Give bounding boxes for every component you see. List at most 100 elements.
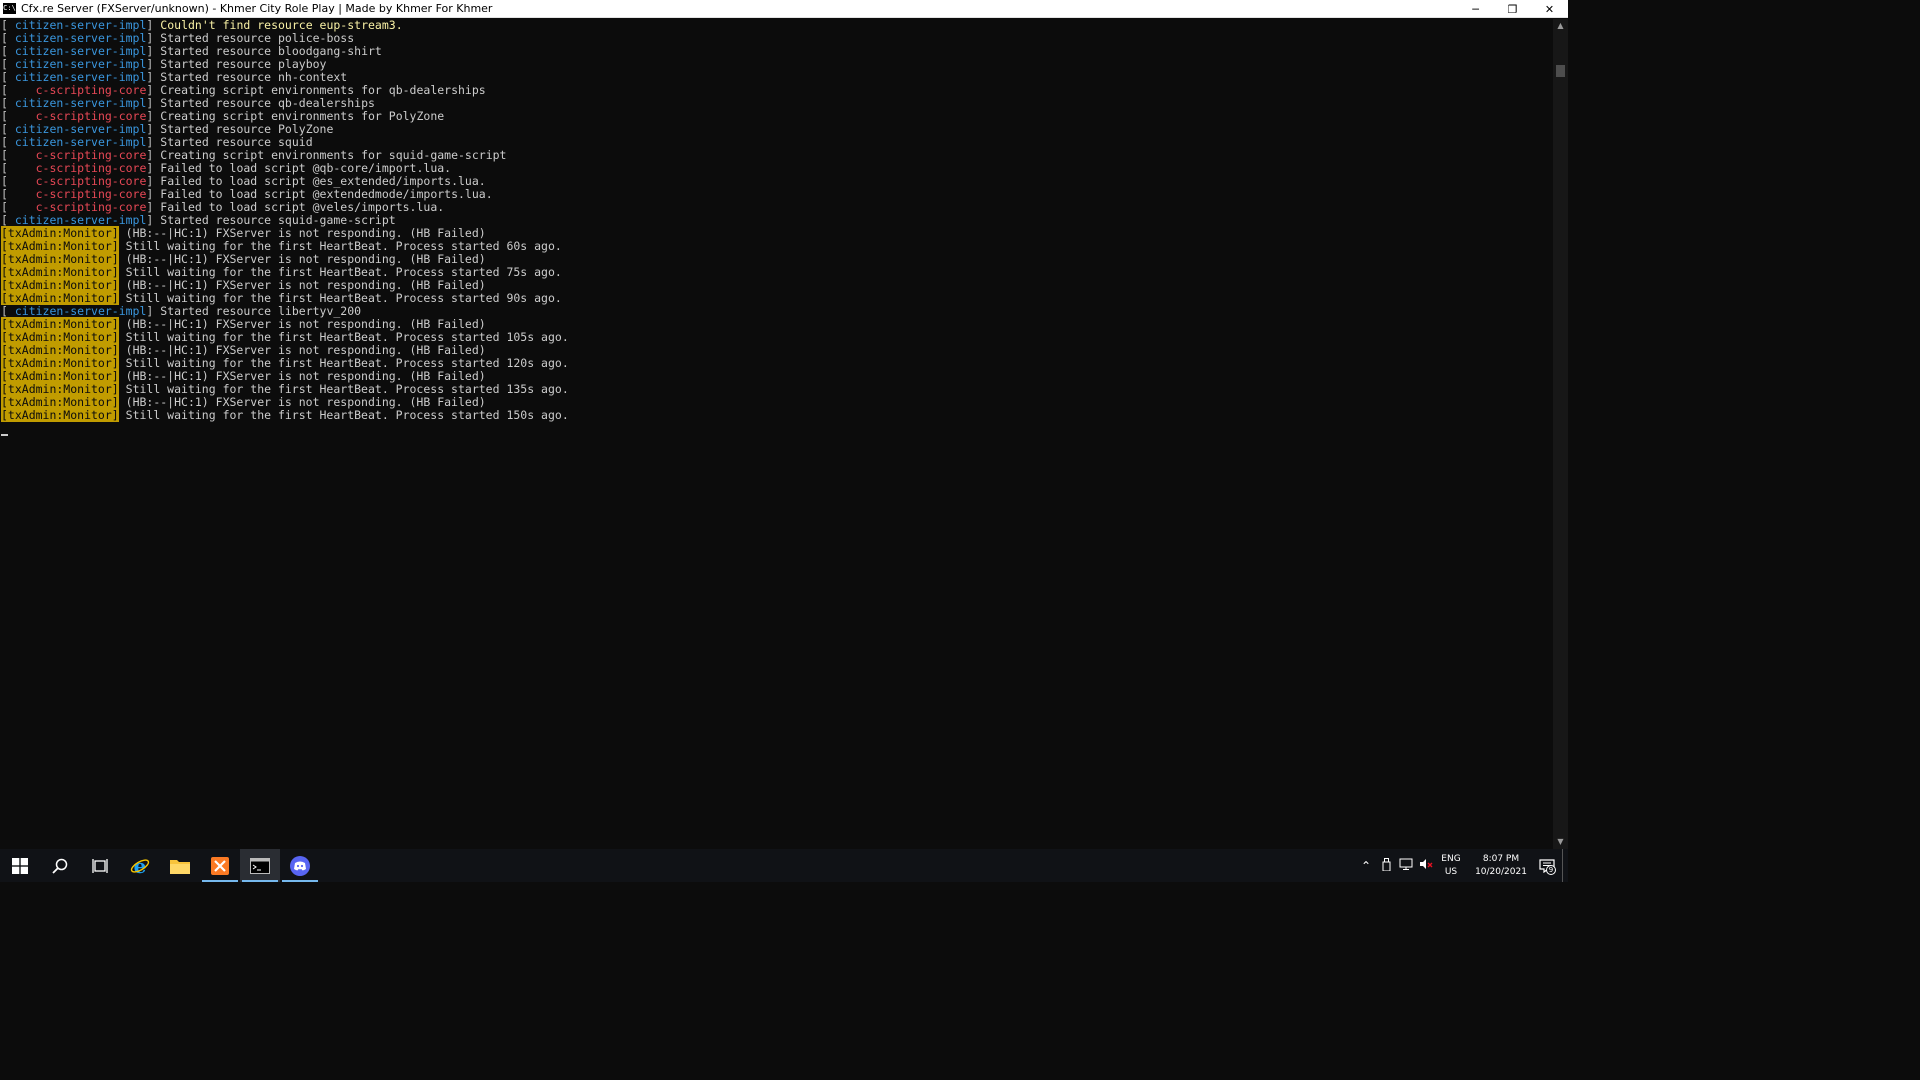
scroll-down-arrow-icon[interactable]: ▼ xyxy=(1553,835,1568,849)
clock-date: 10/20/2021 xyxy=(1475,866,1527,877)
log-message: Still waiting for the first HeartBeat. P… xyxy=(125,382,569,396)
log-message: Creating script environments for squid-g… xyxy=(160,148,507,162)
log-source-tag: citizen-server-impl xyxy=(14,96,147,110)
internet-explorer-icon: e xyxy=(130,856,150,876)
search-icon xyxy=(52,858,68,874)
log-message: (HB:--|HC:1) FXServer is not responding.… xyxy=(125,252,486,266)
log-message: Started resource squid xyxy=(160,135,313,149)
discord-icon xyxy=(290,855,310,876)
notification-count-badge: 9 xyxy=(1546,865,1556,875)
log-source-tag: citizen-server-impl xyxy=(14,122,147,136)
taskbar: e ⌃ ENG US 8:07 PM 10/20/2021 9 xyxy=(0,849,1568,882)
file-explorer-app[interactable] xyxy=(160,849,200,882)
console-lines: [ citizen-server-impl] Couldn't find res… xyxy=(0,19,1553,422)
region-label: US xyxy=(1444,866,1458,877)
log-message: Started resource squid-game-script xyxy=(160,213,396,227)
window-titlebar[interactable]: C:\ Cfx.re Server (FXServer/unknown) - K… xyxy=(0,0,1568,18)
task-view-icon xyxy=(92,858,108,873)
log-source-tag: [txAdmin:Monitor] xyxy=(1,239,119,253)
text-cursor xyxy=(1,434,8,436)
console-output[interactable]: [ citizen-server-impl] Couldn't find res… xyxy=(0,19,1553,849)
start-button[interactable] xyxy=(0,849,40,882)
usb-device-icon[interactable] xyxy=(1376,857,1396,874)
log-message: Started resource nh-context xyxy=(160,70,348,84)
edge-app[interactable]: e xyxy=(120,849,160,882)
log-source-tag: [txAdmin:Monitor] xyxy=(1,265,119,279)
log-source-tag: [txAdmin:Monitor] xyxy=(1,252,119,266)
log-message: Still waiting for the first HeartBeat. P… xyxy=(125,265,562,279)
close-button[interactable]: ✕ xyxy=(1531,0,1568,18)
bracket-open: [ xyxy=(1,44,15,58)
windows-logo-icon xyxy=(12,857,28,874)
log-message: Started resource qb-dealerships xyxy=(160,96,375,110)
console-line: [txAdmin:Monitor] Still waiting for the … xyxy=(0,408,1553,422)
bracket-open: [ xyxy=(1,187,15,201)
log-message: Creating script environments for qb-deal… xyxy=(160,83,486,97)
log-source-tag: citizen-server-impl xyxy=(14,44,147,58)
scroll-thumb[interactable] xyxy=(1556,65,1565,77)
log-source-tag: citizen-server-impl xyxy=(14,213,147,227)
discord-app[interactable] xyxy=(280,849,320,882)
log-source-tag: citizen-server-impl xyxy=(14,31,147,45)
log-message: Started resource PolyZone xyxy=(160,122,334,136)
bracket-open: [ xyxy=(1,200,15,214)
log-message: Still waiting for the first HeartBeat. P… xyxy=(125,356,569,370)
bracket-open: [ xyxy=(1,148,15,162)
console-app[interactable] xyxy=(240,849,280,882)
log-source-tag: c-scripting-core xyxy=(14,148,147,162)
show-desktop-button[interactable] xyxy=(1562,849,1568,882)
log-source-tag: [txAdmin:Monitor] xyxy=(1,395,119,409)
action-center-button[interactable]: 9 xyxy=(1532,849,1562,882)
search-button[interactable] xyxy=(40,849,80,882)
log-message: Started resource playboy xyxy=(160,57,327,71)
log-message: Creating script environments for PolyZon… xyxy=(160,109,445,123)
log-source-tag: citizen-server-impl xyxy=(14,304,147,318)
log-message: (HB:--|HC:1) FXServer is not responding.… xyxy=(125,317,486,331)
console-window-icon: C:\ xyxy=(3,3,16,14)
bracket-open: [ xyxy=(1,109,15,123)
window-controls: ─ ❐ ✕ xyxy=(1457,0,1568,18)
log-message: Failed to load script @qb-core/import.lu… xyxy=(160,161,452,175)
log-source-tag: citizen-server-impl xyxy=(14,135,147,149)
svg-text:e: e xyxy=(134,856,147,876)
xampp-app[interactable] xyxy=(200,849,240,882)
volume-muted-icon[interactable] xyxy=(1416,858,1436,873)
scroll-up-arrow-icon[interactable]: ▲ xyxy=(1553,19,1568,33)
log-source-tag: [txAdmin:Monitor] xyxy=(1,408,119,422)
log-message: Started resource libertyv_200 xyxy=(160,304,362,318)
log-source-tag: [txAdmin:Monitor] xyxy=(1,291,119,305)
log-source-tag: [txAdmin:Monitor] xyxy=(1,226,119,240)
log-source-tag: c-scripting-core xyxy=(14,174,147,188)
clock-time: 8:07 PM xyxy=(1482,853,1520,864)
language-label: ENG xyxy=(1441,853,1461,864)
bracket-open: [ xyxy=(1,161,15,175)
language-indicator[interactable]: ENG US xyxy=(1436,853,1466,879)
folder-icon xyxy=(170,859,190,874)
chevron-up-icon[interactable]: ⌃ xyxy=(1356,859,1376,873)
log-message: (HB:--|HC:1) FXServer is not responding.… xyxy=(125,395,486,409)
log-message: (HB:--|HC:1) FXServer is not responding.… xyxy=(125,278,486,292)
log-message: Still waiting for the first HeartBeat. P… xyxy=(125,330,569,344)
bracket-open: [ xyxy=(1,96,15,110)
log-message: Failed to load script @extendedmode/impo… xyxy=(160,187,493,201)
bracket-open: [ xyxy=(1,122,15,136)
log-source-tag: c-scripting-core xyxy=(14,109,147,123)
bracket-open: [ xyxy=(1,57,15,71)
task-view-button[interactable] xyxy=(80,849,120,882)
minimize-button[interactable]: ─ xyxy=(1457,0,1494,18)
log-message: (HB:--|HC:1) FXServer is not responding.… xyxy=(125,369,486,383)
bracket-open: [ xyxy=(1,135,15,149)
bracket-open: [ xyxy=(1,213,15,227)
log-message: Started resource police-boss xyxy=(160,31,355,45)
xampp-icon xyxy=(211,856,229,875)
bracket-open: [ xyxy=(1,304,15,318)
log-source-tag: c-scripting-core xyxy=(14,83,147,97)
log-source-tag: [txAdmin:Monitor] xyxy=(1,382,119,396)
vertical-scrollbar[interactable]: ▲ ▼ xyxy=(1553,19,1568,849)
clock[interactable]: 8:07 PM 10/20/2021 xyxy=(1470,853,1532,879)
bracket-open: [ xyxy=(1,70,15,84)
window-title: Cfx.re Server (FXServer/unknown) - Khmer… xyxy=(21,2,493,15)
network-icon[interactable] xyxy=(1396,858,1416,873)
restore-button[interactable]: ❐ xyxy=(1494,0,1531,18)
log-message: Failed to load script @veles/imports.lua… xyxy=(160,200,445,214)
